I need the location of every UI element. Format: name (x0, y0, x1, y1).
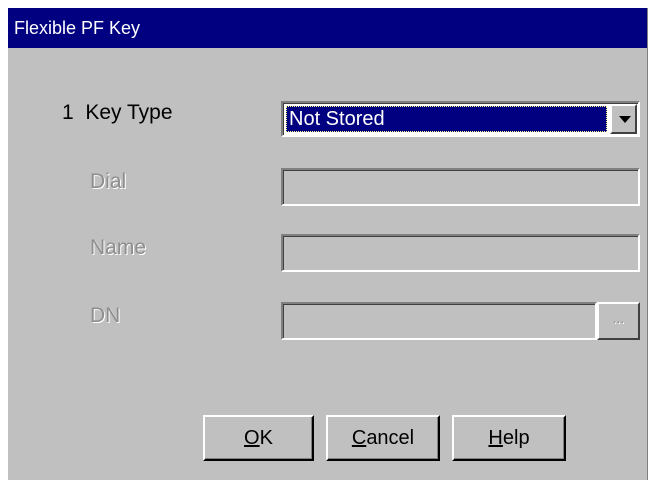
dial-field[interactable] (281, 168, 640, 206)
dn-field[interactable] (281, 302, 597, 340)
ok-button[interactable]: OK (203, 415, 314, 461)
key-type-selected-value[interactable]: Not Stored (286, 106, 607, 132)
window-title: Flexible PF Key (14, 18, 141, 38)
window-frame-left (0, 0, 8, 480)
help-button[interactable]: Help (452, 415, 566, 461)
dn-label: DN (90, 304, 121, 327)
cancel-button[interactable]: Cancel (326, 415, 440, 461)
key-type-select[interactable]: Not Stored (281, 101, 640, 137)
help-button-mnemonic: H (488, 427, 503, 449)
dial-label: Dial (90, 170, 127, 193)
cancel-button-mnemonic: C (351, 427, 367, 449)
cancel-button-label: ancel (366, 427, 415, 449)
flexible-pf-key-dialog: Flexible PF Key 1 Key Type Not Stored Di… (0, 0, 648, 480)
help-button-label: elp (502, 427, 530, 449)
dn-browse-button[interactable]: ... (597, 302, 640, 340)
window-title-bar[interactable]: Flexible PF Key (8, 8, 647, 48)
key-type-dropdown-button[interactable] (610, 104, 637, 134)
window-frame-top (0, 0, 648, 8)
chevron-down-icon (619, 116, 631, 123)
key-type-label: 1 Key Type (62, 101, 173, 124)
name-label: Name (90, 236, 147, 259)
ok-button-mnemonic: O (244, 427, 260, 449)
ok-button-label: K (259, 427, 273, 449)
name-field[interactable] (281, 234, 640, 272)
